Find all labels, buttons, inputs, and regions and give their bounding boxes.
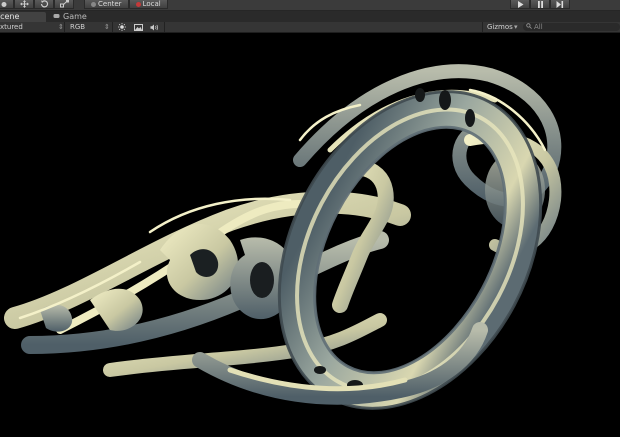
image-effects-icon[interactable]	[132, 23, 144, 31]
hierarchy-search-field[interactable]: All	[523, 23, 620, 31]
scene-viewport[interactable]	[0, 33, 620, 437]
pause-icon[interactable]	[530, 0, 550, 9]
hand-icon[interactable]	[0, 0, 14, 9]
rotate-icon[interactable]	[34, 0, 54, 9]
pivot-space-label: Local	[142, 0, 161, 8]
play-icon[interactable]	[510, 0, 530, 9]
toolbar-divider	[112, 22, 113, 32]
pivot-mode-label: Center	[98, 0, 122, 8]
tab-scene[interactable]: Scene	[0, 12, 46, 22]
tab-game-label: Game	[63, 12, 87, 21]
tab-game[interactable]: Game	[50, 12, 90, 22]
pivot-space-button[interactable]: Local	[128, 0, 168, 9]
toolbar-divider	[64, 22, 65, 32]
toolbar-divider	[164, 22, 165, 32]
toolbar-divider	[482, 22, 483, 32]
move-icon[interactable]	[14, 0, 34, 9]
fractal-mesh-render	[4, 64, 562, 410]
gizmos-dropdown[interactable]: Gizmos	[487, 22, 513, 32]
scene-view-controls: xtured ⇕ RGB ⇕ Gizmos ▾ All	[0, 22, 620, 33]
transform-tools	[0, 0, 74, 9]
sun-lighting-icon[interactable]	[116, 23, 128, 31]
playback-controls	[510, 0, 570, 9]
pivot-center-icon	[91, 1, 96, 7]
game-controller-icon	[53, 12, 60, 22]
step-icon[interactable]	[550, 0, 570, 9]
pivot-toggles: Center Local	[84, 0, 168, 9]
search-icon	[526, 23, 532, 31]
render-mode-dropdown[interactable]: xtured	[0, 22, 23, 32]
audio-speaker-icon[interactable]	[148, 23, 160, 31]
tab-scene-label: Scene	[0, 12, 20, 21]
scale-icon[interactable]	[54, 0, 74, 9]
main-toolbar: Center Local	[0, 0, 620, 11]
local-space-icon	[135, 1, 141, 7]
color-mode-arrow-icon: ⇕	[104, 23, 110, 31]
search-placeholder: All	[534, 23, 543, 31]
mesh-body	[4, 64, 562, 410]
gizmos-arrow-icon: ▾	[514, 23, 518, 31]
view-tab-bar: Scene Game	[0, 11, 620, 22]
color-mode-dropdown[interactable]: RGB	[70, 22, 85, 32]
render-mode-arrow-icon: ⇕	[58, 23, 64, 31]
pivot-mode-button[interactable]: Center	[84, 0, 129, 9]
